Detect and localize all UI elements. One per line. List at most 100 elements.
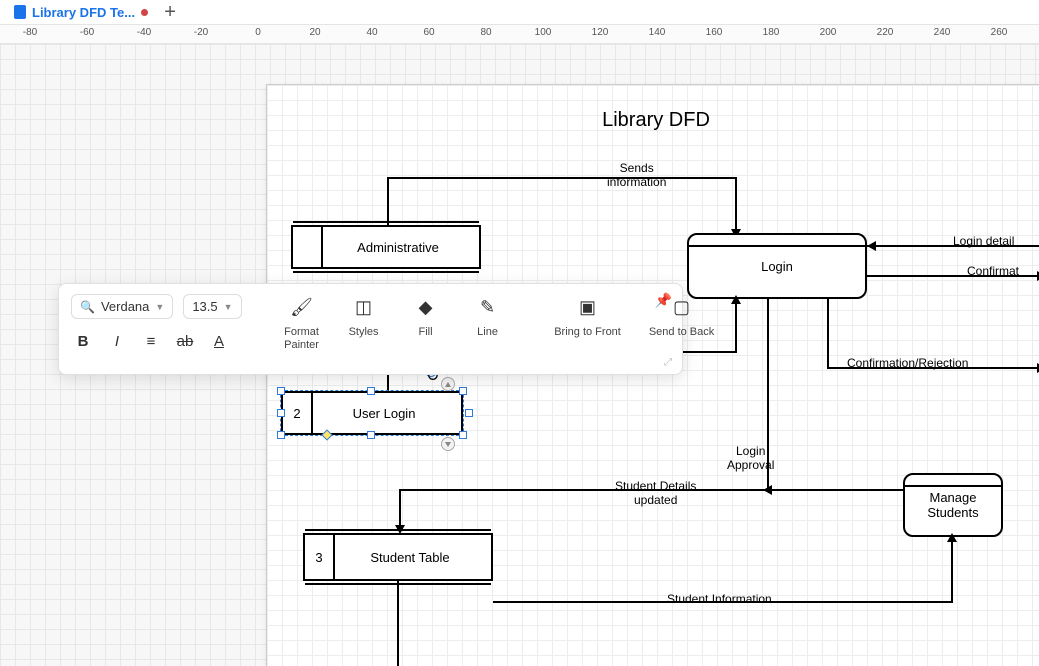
ruler-tick-label: -60 (75, 27, 99, 38)
edge (735, 177, 737, 231)
ruler-tick: 200 (826, 25, 827, 43)
send-to-back-button[interactable]: ▢ Send to Back (642, 294, 722, 339)
process-student-table[interactable]: 3 Student Table (303, 533, 493, 581)
process-label: User Login (313, 393, 455, 433)
edge (387, 177, 389, 225)
entity-manage-students[interactable]: Manage Students (903, 473, 1003, 537)
chevron-down-icon: ▼ (224, 302, 233, 312)
arrowhead-icon (731, 295, 741, 304)
process-index (293, 227, 321, 267)
font-color-button[interactable]: A (207, 329, 231, 353)
italic-button[interactable]: I (105, 329, 129, 353)
font-size-select[interactable]: 13.5 ▼ (183, 294, 241, 319)
edge-label: Login detail (953, 235, 1014, 249)
ruler-tick: 180 (769, 25, 770, 43)
send-back-icon: ▢ (669, 294, 695, 320)
edge (827, 299, 829, 369)
modified-indicator-icon (141, 9, 148, 16)
ruler-tick: 140 (655, 25, 656, 43)
ruler-tick-label: 240 (930, 27, 954, 38)
ruler-tick-label: 220 (873, 27, 897, 38)
styles-button[interactable]: ◫ Styles (340, 294, 388, 339)
ruler-tick-label: 180 (759, 27, 783, 38)
selection-handle[interactable] (367, 387, 375, 395)
edge (397, 581, 399, 666)
shape-format-toolbar[interactable]: 🔍 Verdana ▼ 13.5 ▼ B I ≡ ab A (58, 283, 683, 375)
edge (399, 489, 401, 527)
ruler-tick-label: -80 (18, 27, 42, 38)
entity-login[interactable]: Login (687, 233, 867, 299)
arrowhead-icon (947, 533, 957, 542)
paintbrush-icon: 🖌 (289, 294, 315, 320)
edge-label: Confirmat (967, 265, 1019, 279)
process-index: 2 (283, 393, 311, 433)
tab-title: Library DFD Te... (32, 5, 135, 20)
canvas[interactable]: Library DFD Administrative Sends informa… (0, 44, 1039, 666)
ruler-tick: 160 (712, 25, 713, 43)
page: Library DFD Administrative Sends informa… (266, 84, 1039, 666)
tool-label: Bring to Front (554, 326, 621, 339)
selection-handle[interactable] (459, 431, 467, 439)
page-title: Library DFD (267, 109, 1039, 132)
ruler-tick: 80 (484, 25, 485, 43)
new-tab-button[interactable]: + (158, 0, 182, 24)
ruler-tick-label: -40 (132, 27, 156, 38)
edge (735, 299, 737, 353)
selection-handle[interactable] (367, 431, 375, 439)
selection-handle[interactable] (465, 409, 473, 417)
edge (387, 177, 737, 179)
pen-icon: ✎ (475, 294, 501, 320)
selection-handle[interactable] (277, 409, 285, 417)
bring-front-icon: ▣ (575, 294, 601, 320)
ruler-tick-label: 20 (303, 27, 327, 38)
format-painter-button[interactable]: 🖌 Format Painter (278, 294, 326, 351)
ruler-tick: 40 (370, 25, 371, 43)
pin-toolbar-button[interactable]: 📌 (655, 292, 672, 309)
tool-label: Format Painter (284, 326, 319, 351)
fill-button[interactable]: ◆ Fill (402, 294, 450, 339)
process-label: Student Table (335, 535, 485, 579)
fill-icon: ◆ (413, 294, 439, 320)
bring-to-front-button[interactable]: ▣ Bring to Front (548, 294, 628, 339)
process-label: Administrative (323, 227, 473, 267)
selection-handle[interactable] (277, 387, 285, 395)
edge (951, 537, 953, 603)
ruler-tick: -60 (85, 25, 86, 43)
connection-port-icon[interactable] (441, 437, 455, 451)
process-index: 3 (305, 535, 333, 579)
ruler-tick-label: 100 (531, 27, 555, 38)
entity-label: Manage Students (905, 490, 1001, 520)
search-icon: 🔍 (80, 300, 95, 314)
ruler-tick-label: -20 (189, 27, 213, 38)
arrowhead-icon (763, 485, 772, 495)
horizontal-ruler: -80-60-40-200204060801001201401601802002… (0, 24, 1039, 44)
align-button[interactable]: ≡ (139, 329, 163, 353)
process-user-login[interactable]: 2 User Login (281, 391, 463, 435)
styles-icon: ◫ (351, 294, 377, 320)
ruler-tick-label: 40 (360, 27, 384, 38)
chevron-down-icon: ▼ (155, 302, 164, 312)
document-tab[interactable]: Library DFD Te... (4, 3, 158, 22)
expand-toolbar-button[interactable]: ⤢ (664, 357, 672, 368)
connection-port-icon[interactable] (441, 377, 455, 391)
ruler-tick-label: 120 (588, 27, 612, 38)
font-size-value: 13.5 (192, 299, 217, 314)
line-button[interactable]: ✎ Line (464, 294, 512, 339)
edge-label: Sends information (607, 162, 666, 190)
tab-bar: Library DFD Te... + (0, 0, 1039, 24)
bold-button[interactable]: B (71, 329, 95, 353)
selection-handle[interactable] (277, 431, 285, 439)
font-family-select[interactable]: 🔍 Verdana ▼ (71, 294, 173, 319)
doc-icon (14, 5, 26, 19)
ruler-tick-label: 160 (702, 27, 726, 38)
edge-label: Student Details updated (615, 480, 696, 508)
edge (767, 489, 903, 491)
process-admin-login[interactable]: Administrative (291, 225, 481, 269)
ruler-tick: -20 (199, 25, 200, 43)
ruler-tick: 260 (997, 25, 998, 43)
strikethrough-button[interactable]: ab (173, 329, 197, 353)
ruler-tick-label: 260 (987, 27, 1011, 38)
selection-handle[interactable] (459, 387, 467, 395)
ruler-tick: -80 (28, 25, 29, 43)
tool-label: Send to Back (649, 326, 714, 339)
